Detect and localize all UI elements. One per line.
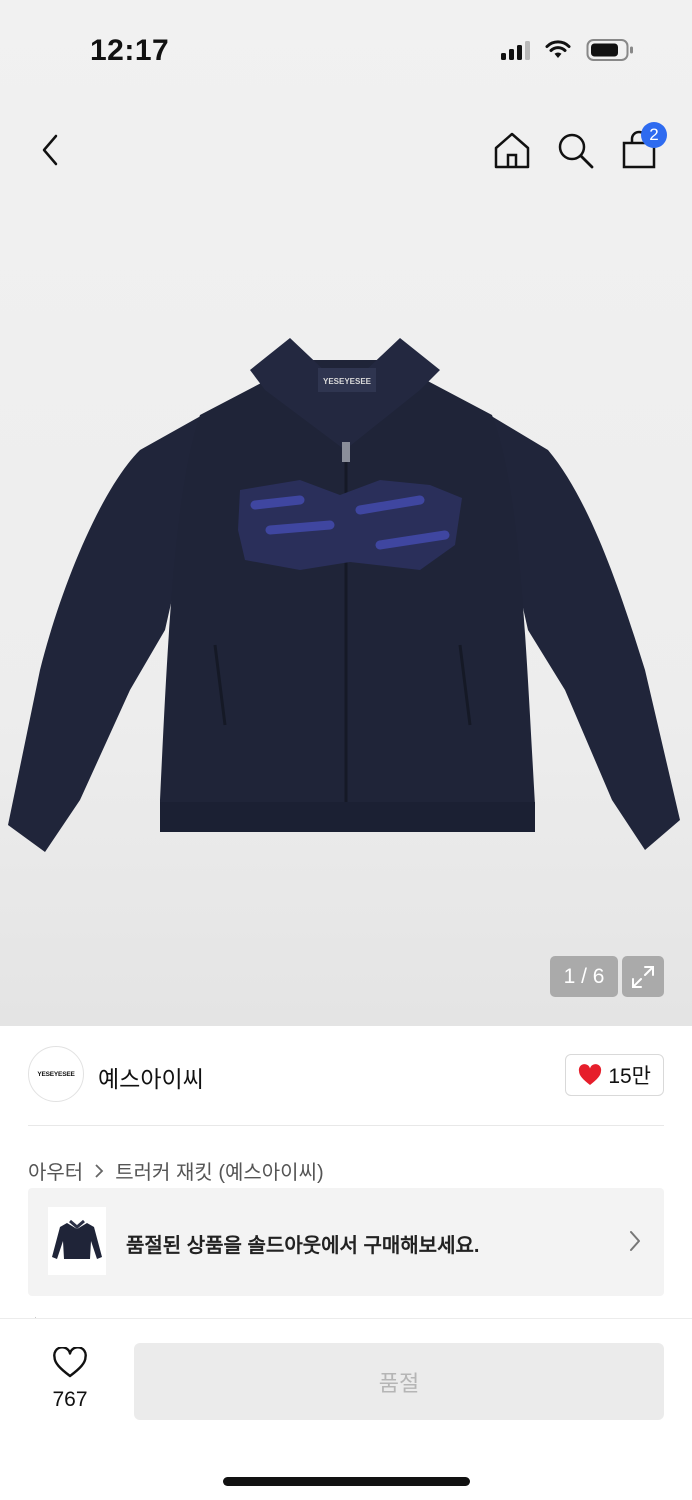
signal-icon [501,40,530,60]
breadcrumb-product: 트러커 재킷 (예스아이씨) [115,1162,324,1184]
chevron-left-icon [42,134,58,166]
brand-logo[interactable]: YESEYESEE [28,1046,84,1102]
brand-row: YESEYESEE 예스아이씨 15만 [28,1046,664,1104]
bottom-bar: 767 품절 [0,1318,692,1500]
battery-icon [586,39,633,61]
brand-like-button[interactable]: 15만 [565,1054,664,1096]
section-divider [28,1125,664,1126]
status-time: 12:17 [90,34,170,67]
heart-outline-icon [53,1346,87,1378]
expand-image-button[interactable] [622,956,664,997]
wifi-icon [545,40,571,58]
svg-text:YESEYESEE: YESEYESEE [323,377,372,386]
heart-filled-icon [579,1064,602,1085]
chevron-right-icon [630,1231,640,1251]
brand-like-count: 15만 [608,1065,651,1088]
status-bar: 12:17 [0,0,692,100]
wish-count: 767 [52,1388,88,1411]
breadcrumb: 아우터 트러커 재킷 (예스아이씨) [28,1156,324,1185]
home-button[interactable] [490,128,534,172]
soldout-banner[interactable]: 품절된 상품을 솔드아웃에서 구매해보세요. [28,1188,664,1296]
breadcrumb-category[interactable]: 아우터 [28,1156,83,1185]
brand-name[interactable]: 예스아이씨 [98,1060,204,1094]
soldout-message: 품절된 상품을 솔드아웃에서 구매해보세요. [126,1235,480,1257]
wish-button[interactable]: 767 [40,1346,100,1412]
top-nav: 2 [0,120,692,180]
search-icon [558,133,594,169]
back-button[interactable] [28,128,72,172]
image-counter: 1 / 6 [550,956,618,997]
home-indicator [223,1477,470,1486]
product-image[interactable]: YESEYESEE [0,330,692,870]
search-button[interactable] [553,128,597,172]
brand-logo-text: YESEYESEE [37,1070,75,1078]
cart-button[interactable]: 2 [617,122,667,172]
product-hero: 12:17 2 YESEYESEE 1 / 6 [0,0,692,1026]
cart-count-badge: 2 [641,122,667,148]
soldout-button[interactable]: 품절 [134,1343,664,1420]
expand-icon [632,965,654,988]
status-icons [501,38,634,62]
soldout-thumbnail [48,1207,106,1275]
chevron-right-icon [95,1163,104,1178]
home-icon [494,132,530,169]
